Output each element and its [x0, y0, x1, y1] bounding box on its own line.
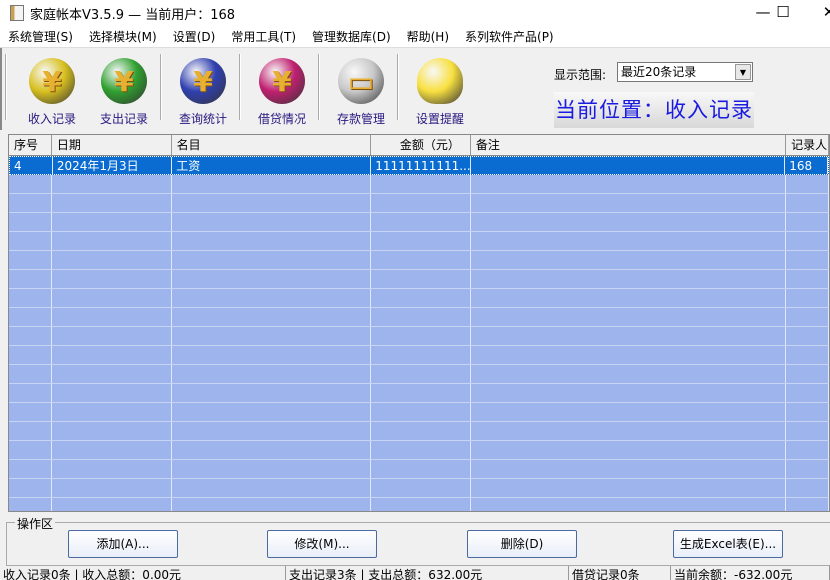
- deposit-card-icon: ▭: [338, 58, 384, 104]
- menu-settings[interactable]: 设置(D): [165, 28, 224, 45]
- income-yen-icon: ¥: [29, 58, 75, 104]
- toolbar-button-2[interactable]: ¥ 支出记录: [89, 54, 159, 127]
- empty-row: [9, 308, 829, 327]
- toolbar-label: 借贷情况: [257, 112, 306, 126]
- maximize-button[interactable]: ☐: [760, 0, 806, 26]
- cell-recorder: 168: [785, 157, 828, 174]
- cell-id: 4: [10, 157, 53, 174]
- empty-row: [9, 384, 829, 403]
- toolbar-label: 存款管理: [336, 112, 385, 126]
- lightbulb-icon: [417, 58, 463, 104]
- empty-row: [9, 175, 829, 194]
- menu-system[interactable]: 系统管理(S): [0, 28, 81, 45]
- operations-group: 操作区 添加(A)... 修改(M)... 删除(D) 生成Excel表(E).…: [6, 515, 830, 566]
- toolbar-label: 查询统计: [178, 112, 227, 126]
- menu-database[interactable]: 管理数据库(D): [304, 28, 399, 45]
- empty-row: [9, 194, 829, 213]
- empty-row: [9, 270, 829, 289]
- cell-item: 工资: [172, 157, 372, 174]
- col-header[interactable]: 记录人: [786, 135, 829, 155]
- col-header[interactable]: 备注: [471, 135, 787, 155]
- toolbar: 显示范围: 最近20条记录 ▼ 当前位置：收入记录 ¥ 收入记录 ¥ 支出记录 ¥ 查询统计…: [0, 48, 830, 130]
- menu-help[interactable]: 帮助(H): [399, 28, 457, 45]
- cell-amount: 11111111111...: [371, 157, 471, 174]
- toolbar-button-5[interactable]: ▭ 存款管理: [326, 54, 396, 127]
- col-header[interactable]: 日期: [52, 135, 172, 155]
- cell-note: [471, 157, 786, 174]
- status-balance: 当前余额：-632.00元: [671, 566, 830, 580]
- edit-button[interactable]: 修改(M)...: [267, 530, 377, 558]
- col-header[interactable]: 金额（元）: [371, 135, 471, 155]
- col-header[interactable]: 名目: [172, 135, 372, 155]
- col-header[interactable]: 序号: [9, 135, 52, 155]
- status-bar: 收入记录0条 | 收入总额：0.00元 支出记录3条 | 支出总额：632.00…: [0, 566, 830, 580]
- range-value: 最近20条记录: [621, 65, 697, 79]
- window-title: 家庭帐本V3.5.9 — 当前用户：168: [30, 7, 236, 23]
- menu-bar: 系统管理(S) 选择模块(M) 设置(D) 常用工具(T) 管理数据库(D) 帮…: [0, 26, 830, 48]
- menu-tools[interactable]: 常用工具(T): [223, 28, 304, 45]
- app-icon: [10, 5, 24, 21]
- status-income: 收入记录0条 | 收入总额：0.00元: [0, 566, 286, 580]
- empty-row: [9, 441, 829, 460]
- range-label: 显示范围:: [554, 68, 607, 82]
- table-header: 序号 日期 名目 金额（元） 备注 记录人: [9, 135, 829, 156]
- chevron-down-icon[interactable]: ▼: [735, 64, 751, 80]
- menu-module[interactable]: 选择模块(M): [81, 28, 165, 45]
- status-loan: 借贷记录0条: [569, 566, 671, 580]
- add-button[interactable]: 添加(A)...: [68, 530, 178, 558]
- toolbar-label: 设置提醒: [415, 112, 464, 126]
- toolbar-label: 支出记录: [99, 112, 148, 126]
- empty-row: [9, 403, 829, 422]
- toolbar-button-3[interactable]: ¥ 查询统计: [168, 54, 238, 127]
- status-expense: 支出记录3条 | 支出总额：632.00元: [286, 566, 569, 580]
- empty-row: [9, 327, 829, 346]
- loan-icon: ¥: [259, 58, 305, 104]
- empty-row: [9, 289, 829, 308]
- empty-row: [9, 460, 829, 479]
- delete-button[interactable]: 删除(D): [467, 530, 577, 558]
- menu-products[interactable]: 系列软件产品(P): [457, 28, 562, 45]
- empty-row: [9, 346, 829, 365]
- close-button[interactable]: ✕: [806, 0, 830, 26]
- toolbar-button-4[interactable]: ¥ 借贷情况: [247, 54, 317, 127]
- empty-row: [9, 213, 829, 232]
- toolbar-button-1[interactable]: ¥ 收入记录: [17, 54, 87, 127]
- query-stats-icon: ¥: [180, 58, 226, 104]
- table-row[interactable]: 4 2024年1月3日 工资 11111111111... 168: [9, 156, 829, 175]
- export-excel-button[interactable]: 生成Excel表(E)...: [673, 530, 783, 558]
- expense-yen-icon: ¥: [101, 58, 147, 104]
- range-select[interactable]: 最近20条记录 ▼: [617, 62, 753, 82]
- toolbar-label: 收入记录: [27, 112, 76, 126]
- empty-row: [9, 498, 829, 511]
- empty-row: [9, 365, 829, 384]
- title-bar: 家庭帐本V3.5.9 — 当前用户：168 — ☐ ✕: [0, 0, 830, 26]
- cell-date: 2024年1月3日: [53, 157, 173, 174]
- empty-row: [9, 422, 829, 441]
- operations-legend: 操作区: [15, 515, 56, 532]
- empty-row: [9, 251, 829, 270]
- empty-row: [9, 232, 829, 251]
- empty-row: [9, 479, 829, 498]
- toolbar-button-6[interactable]: 设置提醒: [405, 54, 475, 127]
- current-location: 当前位置：收入记录: [554, 92, 754, 128]
- records-table: 序号 日期 名目 金额（元） 备注 记录人 4 2024年1月3日 工资 111…: [8, 134, 830, 512]
